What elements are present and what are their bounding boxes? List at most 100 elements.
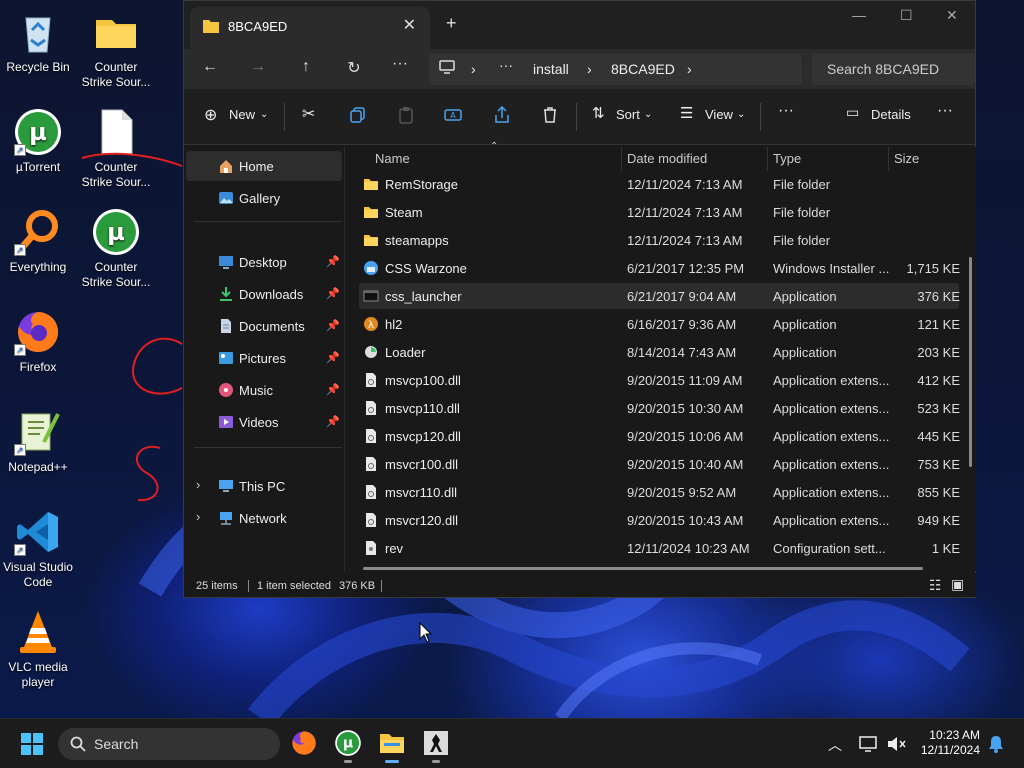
close-tab-icon[interactable]: ✕ xyxy=(403,15,416,35)
explorer-tab[interactable]: 8BCA9ED ✕ xyxy=(190,7,430,49)
large-icons-view-icon[interactable]: ▣ xyxy=(951,576,964,593)
vertical-scrollbar[interactable] xyxy=(969,257,972,467)
taskbar-counter-strike[interactable] xyxy=(422,729,450,763)
desktop-icon-css-document[interactable]: Counter Strike Sour... xyxy=(78,108,154,190)
sidebar-item-gallery[interactable]: Gallery xyxy=(186,183,342,213)
new-tab-button[interactable]: + xyxy=(446,13,457,34)
file-row[interactable]: msvcp120.dll 9/20/2015 10:06 AM Applicatio… xyxy=(359,423,960,449)
pin-icon[interactable]: 📌 xyxy=(326,383,340,396)
taskbar-firefox[interactable] xyxy=(290,729,318,757)
file-row[interactable]: msvcr110.dll 9/20/2015 9:52 AM Application… xyxy=(359,479,960,505)
chevron-down-icon[interactable]: ⌄ xyxy=(260,109,268,120)
system-clock[interactable]: 10:23 AM 12/11/2024 xyxy=(921,728,980,758)
breadcrumb-item-current[interactable]: 8BCA9ED xyxy=(611,61,675,77)
file-row[interactable]: RemStorage 12/11/2024 7:13 AM File folder xyxy=(359,171,959,197)
taskbar-utorrent[interactable]: µ xyxy=(334,729,362,763)
desktop-icon-everything[interactable]: Everything xyxy=(0,208,76,275)
sidebar-item-pictures[interactable]: Pictures 📌 xyxy=(186,343,342,373)
delete-icon[interactable] xyxy=(541,106,559,124)
sidebar-item-desktop[interactable]: Desktop 📌 xyxy=(186,247,342,277)
horizontal-scrollbar[interactable] xyxy=(363,567,923,570)
breadcrumb[interactable]: › ··· install › 8BCA9ED › xyxy=(429,53,802,85)
paste-icon[interactable] xyxy=(397,106,415,124)
file-row[interactable]: msvcp110.dll 9/20/2015 10:30 AM Applicatio… xyxy=(359,395,960,421)
chevron-right-icon[interactable]: › xyxy=(471,61,476,77)
desktop-icon-recycle-bin[interactable]: Recycle Bin xyxy=(0,8,76,75)
column-header-date[interactable]: Date modified xyxy=(627,151,707,166)
desktop-icon-css-utorrent[interactable]: µ Counter Strike Sour... xyxy=(78,208,154,290)
sort-button[interactable]: Sort xyxy=(616,107,640,122)
column-divider[interactable] xyxy=(621,147,622,171)
file-row[interactable]: CSS Warzone 6/21/2017 12:35 PM Windows Ins… xyxy=(359,255,960,281)
chevron-down-icon[interactable]: ⌄ xyxy=(644,109,652,120)
back-arrow-icon[interactable]: ← xyxy=(200,58,220,76)
monitor-icon[interactable] xyxy=(859,736,877,752)
maximize-button[interactable]: ☐ xyxy=(900,7,913,24)
up-arrow-icon[interactable]: ↑ xyxy=(296,58,316,76)
details-pane-icon[interactable]: ▭ xyxy=(846,104,859,121)
file-row[interactable]: msvcp100.dll 9/20/2015 11:09 AM Applicatio… xyxy=(359,367,960,393)
sidebar-item-home[interactable]: Home xyxy=(186,151,342,181)
view-icon[interactable]: ☰ xyxy=(680,104,693,122)
taskbar-file-explorer[interactable] xyxy=(378,729,406,763)
sidebar-item-documents[interactable]: Documents 📌 xyxy=(186,311,342,341)
column-header-name[interactable]: Name xyxy=(375,151,410,166)
new-button[interactable]: New xyxy=(229,107,255,122)
sidebar-item-videos[interactable]: Videos 📌 xyxy=(186,407,342,437)
file-row[interactable]: Steam 12/11/2024 7:13 AM File folder xyxy=(359,199,959,225)
taskbar-search[interactable]: Search xyxy=(58,728,280,760)
sidebar-item-this-pc[interactable]: › This PC xyxy=(186,471,342,501)
column-header-size[interactable]: Size xyxy=(894,151,919,166)
search-input[interactable]: Search 8BCA9ED xyxy=(812,53,975,85)
chevron-right-icon[interactable]: › xyxy=(196,477,200,492)
sidebar-item-music[interactable]: Music 📌 xyxy=(186,375,342,405)
desktop-icon-utorrent[interactable]: µ µTorrent xyxy=(0,108,76,175)
copy-icon[interactable] xyxy=(349,106,367,124)
refresh-icon[interactable]: ↻ xyxy=(344,58,364,78)
pin-icon[interactable]: 📌 xyxy=(326,255,340,268)
desktop-icon-css-folder[interactable]: Counter Strike Sour... xyxy=(78,8,154,90)
file-row[interactable]: steamapps 12/11/2024 7:13 AM File folder xyxy=(359,227,959,253)
view-button[interactable]: View xyxy=(705,107,733,122)
chevron-right-icon[interactable]: › xyxy=(196,509,200,524)
pin-icon[interactable]: 📌 xyxy=(326,287,340,300)
close-window-button[interactable]: ✕ xyxy=(946,7,958,24)
sidebar-item-network[interactable]: › Network xyxy=(186,503,342,533)
details-view-icon[interactable]: ☷ xyxy=(929,577,942,594)
computer-icon[interactable] xyxy=(439,59,455,78)
windows-start-icon[interactable] xyxy=(20,732,44,756)
new-plus-icon[interactable]: ⊕ xyxy=(204,105,217,125)
pin-icon[interactable]: 📌 xyxy=(326,351,340,364)
title-bar[interactable]: 8BCA9ED ✕ + — ☐ ✕ xyxy=(184,1,975,49)
desktop-icon-vlc[interactable]: VLC media player xyxy=(0,608,76,690)
chevron-right-icon[interactable]: › xyxy=(687,61,692,77)
rename-icon[interactable]: A xyxy=(444,106,462,124)
forward-arrow-icon[interactable]: → xyxy=(248,58,268,76)
pin-icon[interactable]: 📌 xyxy=(326,415,340,428)
chevron-right-icon[interactable]: › xyxy=(587,61,592,77)
show-hidden-icons-chevron-icon[interactable]: ︿ xyxy=(828,735,842,755)
file-explorer-window[interactable]: 8BCA9ED ✕ + — ☐ ✕ ← → ↑ ↻ ··· › ··· inst… xyxy=(183,0,976,598)
file-row[interactable]: msvcr120.dll 9/20/2015 10:43 AM Applicatio… xyxy=(359,507,960,533)
pin-icon[interactable]: 📌 xyxy=(326,319,340,332)
column-divider[interactable] xyxy=(767,147,768,171)
breadcrumb-item-install[interactable]: install xyxy=(533,61,569,77)
breadcrumb-ellipsis[interactable]: ··· xyxy=(499,57,513,73)
column-header-type[interactable]: Type xyxy=(773,151,801,166)
cut-icon[interactable]: ✂ xyxy=(302,104,315,124)
sort-icon[interactable]: ⇅ xyxy=(592,104,605,122)
column-divider[interactable] xyxy=(888,147,889,171)
desktop-icon-vscode[interactable]: Visual Studio Code xyxy=(0,508,76,590)
file-row[interactable]: css_launcher 6/21/2017 9:04 AM Application… xyxy=(359,283,960,309)
file-row[interactable]: msvcr100.dll 9/20/2015 10:40 AM Applicatio… xyxy=(359,451,960,477)
desktop-icon-firefox[interactable]: Firefox xyxy=(0,308,76,375)
toolbar-more-button[interactable]: ··· xyxy=(937,102,953,120)
desktop-icon-notepadpp[interactable]: Notepad++ xyxy=(0,408,76,475)
see-more-button[interactable]: ··· xyxy=(778,102,794,120)
minimize-button[interactable]: — xyxy=(852,7,866,23)
file-row[interactable]: λ hl2 6/16/2017 9:36 AM Application 121 KE xyxy=(359,311,960,337)
file-list-pane[interactable]: Name ⌃ Date modified Type Size RemStorag… xyxy=(344,141,976,571)
details-button[interactable]: Details xyxy=(871,107,911,122)
notification-bell-icon[interactable] xyxy=(988,735,1004,753)
volume-muted-icon[interactable] xyxy=(886,735,906,753)
